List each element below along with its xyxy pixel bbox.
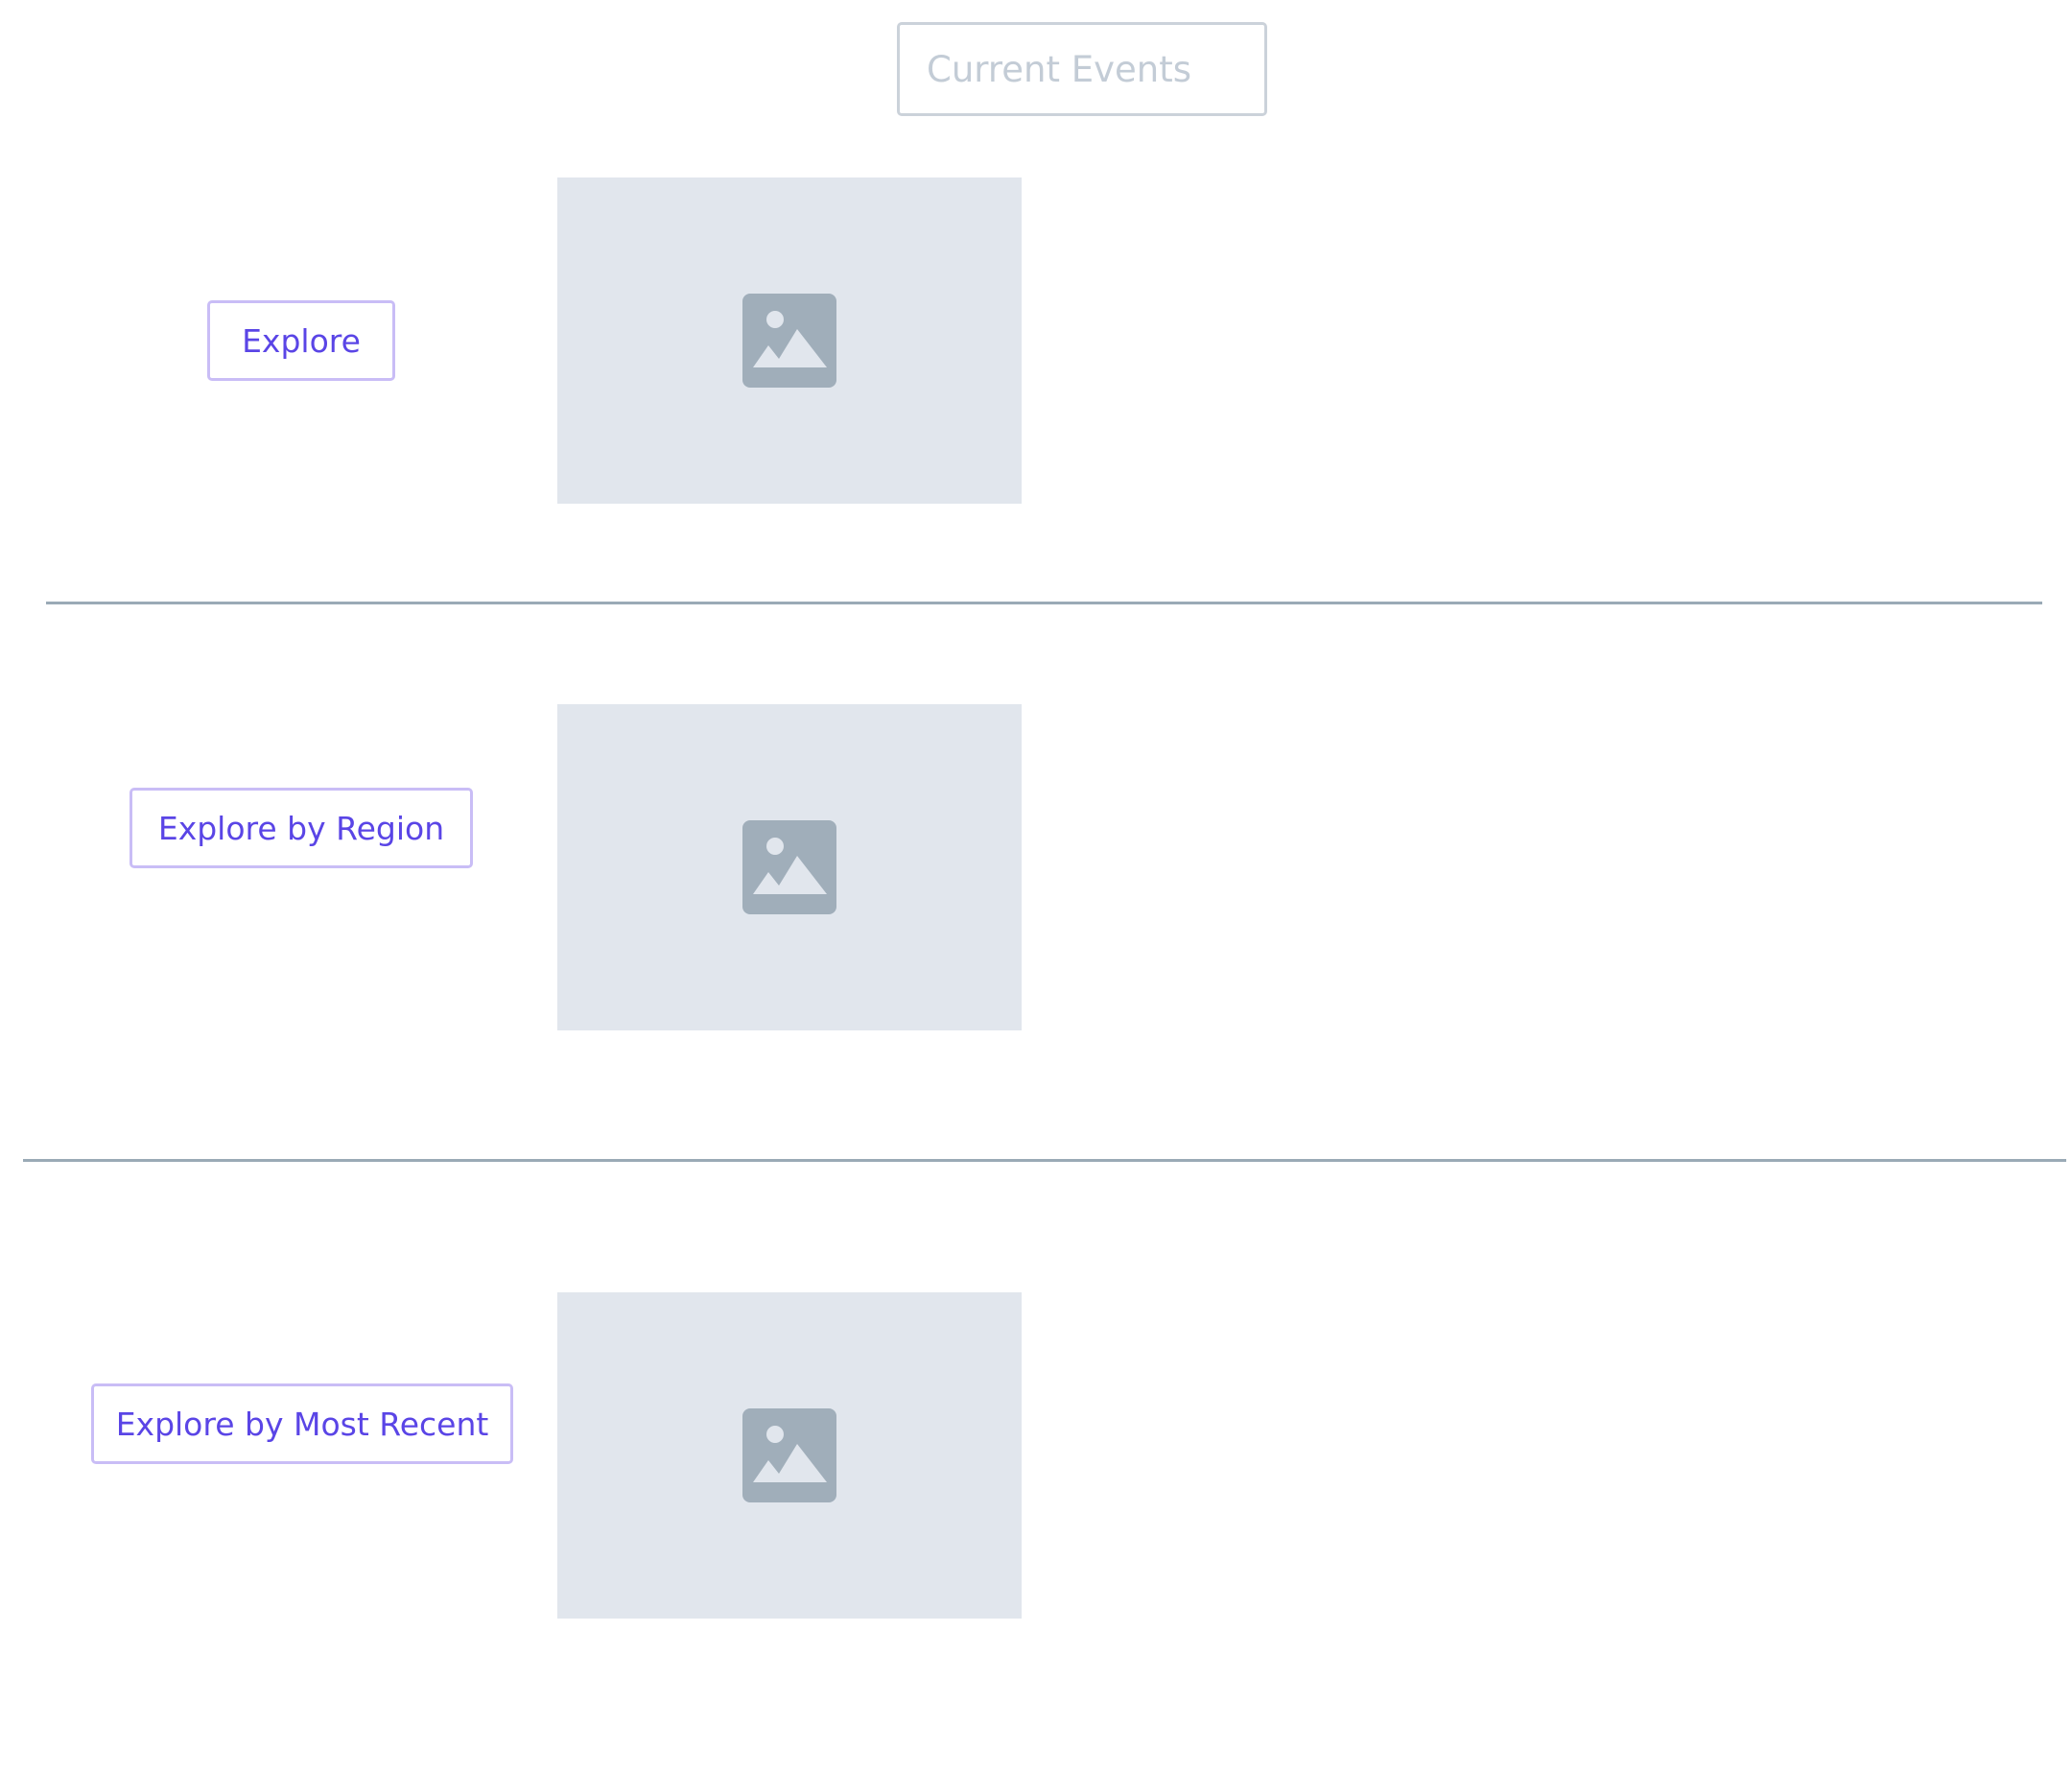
section-divider	[46, 602, 2042, 604]
search-field[interactable]	[897, 22, 1267, 116]
search-input[interactable]	[927, 48, 1237, 90]
explore-button[interactable]: Explore	[207, 300, 395, 381]
image-placeholder-icon	[742, 1408, 836, 1502]
image-placeholder-icon	[742, 294, 836, 388]
section-divider	[23, 1159, 2066, 1162]
explore-by-most-recent-button[interactable]: Explore by Most Recent	[91, 1383, 513, 1464]
image-placeholder	[557, 704, 1022, 1030]
image-placeholder	[557, 1292, 1022, 1619]
image-placeholder	[557, 177, 1022, 504]
explore-by-region-button[interactable]: Explore by Region	[130, 788, 473, 868]
image-placeholder-icon	[742, 820, 836, 914]
